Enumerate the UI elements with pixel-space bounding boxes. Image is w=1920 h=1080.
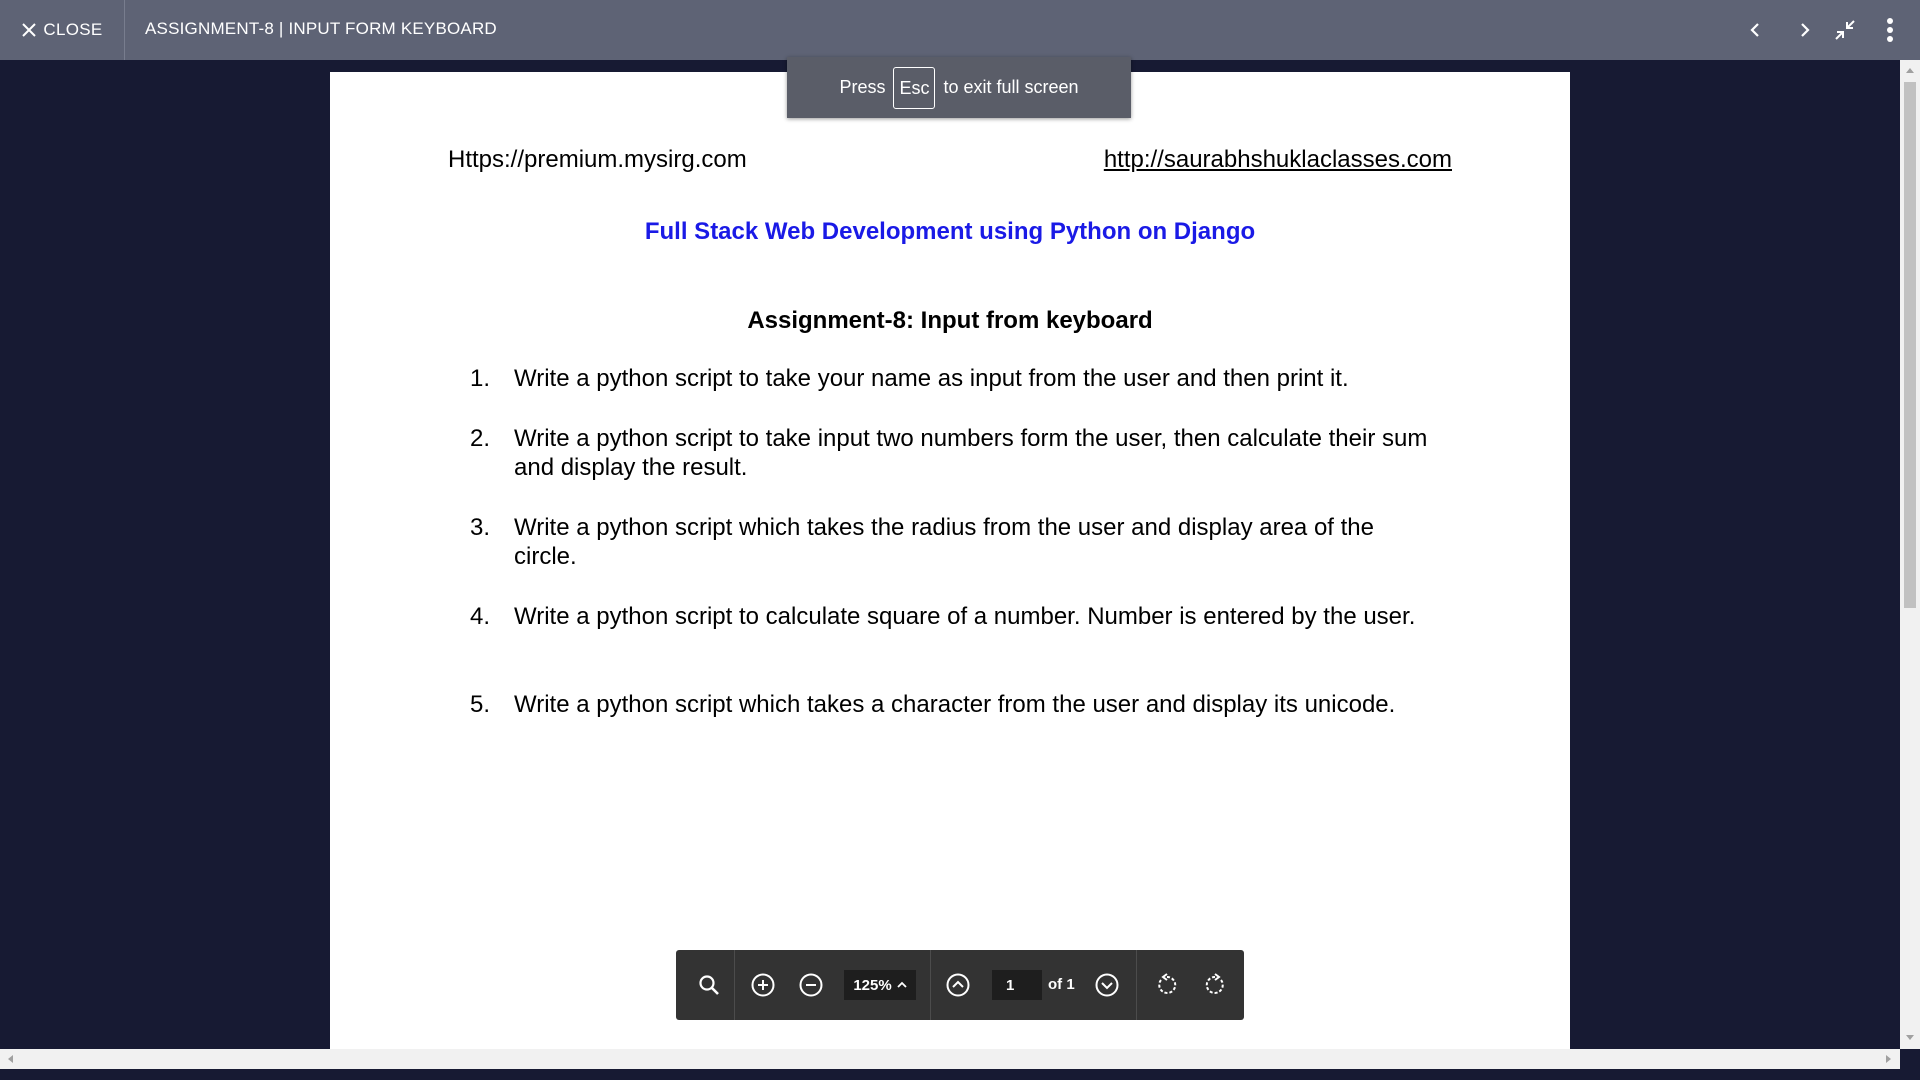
question-number: 4. (470, 603, 491, 630)
close-button[interactable]: CLOSE (0, 0, 125, 60)
zoom-out-icon (799, 973, 823, 997)
next-page-button[interactable] (1092, 970, 1122, 1000)
toolbar-divider (930, 950, 931, 1020)
next-button[interactable] (1790, 15, 1820, 45)
close-label: CLOSE (43, 20, 103, 39)
chevron-right-icon (1801, 23, 1810, 37)
top-bar: CLOSE ASSIGNMENT-8 | INPUT FORM KEYBOARD (0, 0, 1920, 60)
pdf-page: Https://premium.mysirg.com http://saurab… (330, 72, 1570, 1049)
close-icon (21, 22, 37, 38)
page-count-label: of 1 (1048, 976, 1075, 993)
scroll-up-arrow-icon[interactable] (1906, 68, 1914, 73)
scroll-down-arrow-icon[interactable] (1906, 1035, 1914, 1040)
question-number: 1. (470, 365, 491, 392)
scroll-left-arrow-icon[interactable] (8, 1055, 13, 1063)
zoom-level-select[interactable]: 125% (844, 970, 916, 1000)
header-left-url: Https://premium.mysirg.com (448, 146, 747, 173)
zoom-out-button[interactable] (796, 970, 826, 1000)
rotate-left-icon (1158, 973, 1177, 994)
search-icon (699, 975, 719, 995)
question-text: Write a python script to take your name … (514, 365, 1349, 392)
exit-fullscreen-icon (1835, 20, 1855, 40)
vertical-scroll-thumb[interactable] (1904, 82, 1916, 608)
rotate-left-button[interactable] (1152, 970, 1182, 1000)
more-vertical-icon (1887, 18, 1893, 42)
search-button[interactable] (694, 970, 724, 1000)
more-options-button[interactable] (1875, 15, 1905, 45)
horizontal-scrollbar[interactable] (0, 1049, 1900, 1069)
toast-suffix-label: to exit full screen (943, 77, 1079, 97)
arrow-down-circle-icon (1095, 973, 1119, 997)
arrow-up-circle-icon (946, 973, 970, 997)
zoom-level-value: 125% (853, 976, 892, 994)
header-right-link[interactable]: http://saurabhshuklaclasses.com (1104, 146, 1452, 174)
vertical-scrollbar[interactable] (1900, 60, 1920, 1049)
question-number: 5. (470, 691, 491, 718)
toolbar-divider (1136, 950, 1137, 1020)
question-text: Write a python script to calculate squar… (514, 603, 1416, 630)
question-number: 3. (470, 514, 491, 541)
toast-press-label: Press (839, 77, 886, 97)
rotate-right-icon (1205, 973, 1224, 994)
bottom-strip (0, 1069, 1920, 1080)
chevron-up-icon (897, 981, 907, 988)
fullscreen-toast: Press Esc to exit full screen (787, 57, 1131, 118)
exit-fullscreen-button[interactable] (1830, 15, 1860, 45)
assignment-title: Assignment-8: Input from keyboard (747, 307, 1153, 334)
pdf-toolbar: 125% of 1 (676, 950, 1244, 1020)
esc-key-badge: Esc (893, 66, 936, 109)
chevron-left-icon (1750, 23, 1759, 37)
question-text: Write a python script which takes the ra… (514, 514, 1374, 570)
toolbar-divider (734, 950, 735, 1020)
page-number-input[interactable] (992, 970, 1042, 1000)
course-title: Full Stack Web Development using Python … (644, 218, 1256, 245)
question-text: Write a python script to take input two … (514, 425, 1428, 481)
zoom-in-icon (751, 973, 775, 997)
question-number: 2. (470, 425, 491, 452)
previous-page-button[interactable] (943, 970, 973, 1000)
scroll-right-arrow-icon[interactable] (1886, 1055, 1891, 1063)
zoom-in-button[interactable] (748, 970, 778, 1000)
rotate-right-button[interactable] (1200, 970, 1230, 1000)
question-text: Write a python script which takes a char… (514, 691, 1396, 718)
previous-button[interactable] (1740, 15, 1770, 45)
document-title: ASSIGNMENT-8 | INPUT FORM KEYBOARD (145, 19, 497, 38)
